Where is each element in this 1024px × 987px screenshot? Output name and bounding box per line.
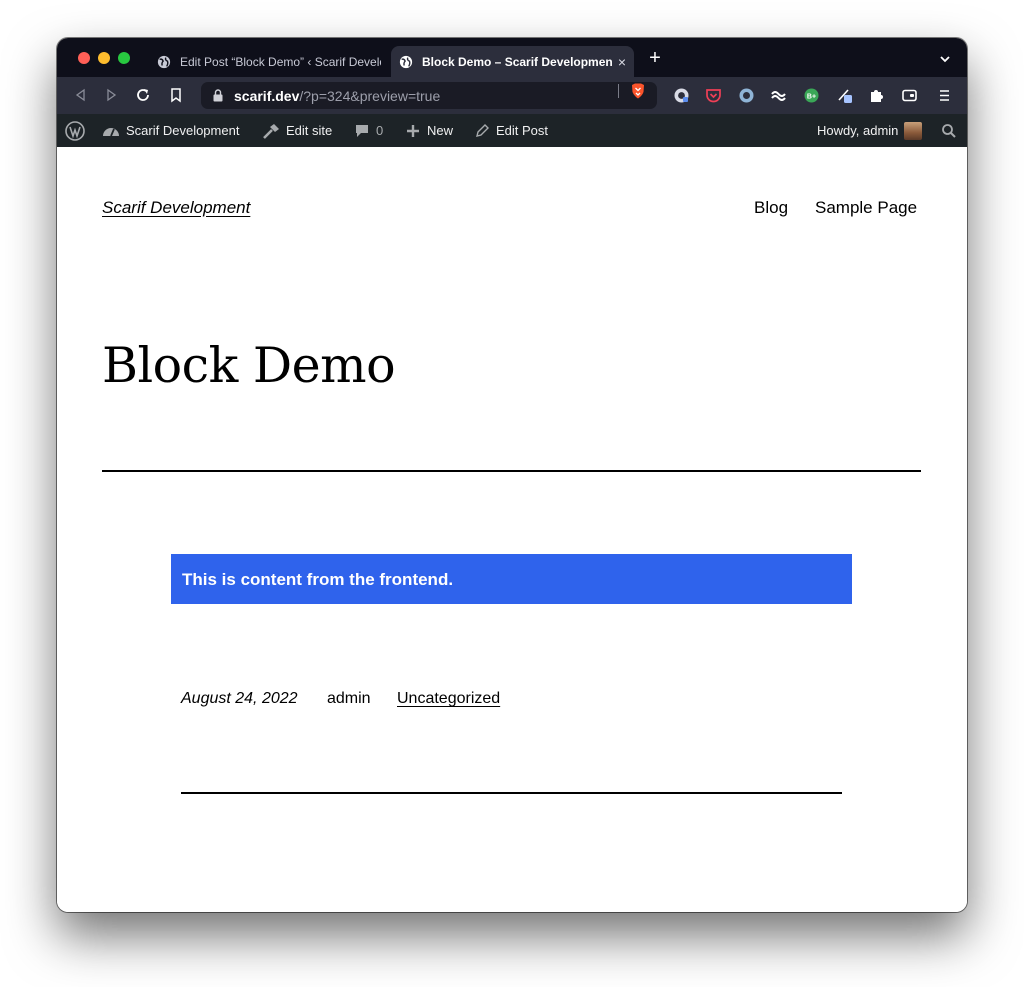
- menu-icon[interactable]: [936, 87, 953, 104]
- pocket-icon[interactable]: [705, 87, 722, 104]
- site-title-link[interactable]: Scarif Development: [102, 198, 250, 218]
- globe-icon: [157, 55, 171, 68]
- puzzle-icon[interactable]: [868, 87, 885, 104]
- back-icon[interactable]: [73, 87, 89, 103]
- admin-bar-edit-post[interactable]: Edit Post: [474, 114, 548, 147]
- hammer-icon: [263, 123, 279, 139]
- admin-bar-new[interactable]: New: [405, 114, 453, 147]
- wp-admin-bar: Scarif Development Edit site 0 New Edit …: [57, 114, 967, 147]
- admin-bar-edit-site[interactable]: Edit site: [262, 114, 332, 147]
- edit-post-label: Edit Post: [496, 123, 549, 138]
- new-tab-button[interactable]: +: [647, 48, 663, 68]
- drop-extension-icon[interactable]: [738, 87, 755, 104]
- reload-icon[interactable]: [135, 87, 151, 103]
- url-text: scarif.dev/?p=324&preview=true: [234, 88, 440, 104]
- comments-count: 0: [376, 123, 384, 138]
- browser-window: Edit Post “Block Demo” ‹ Scarif Developm…: [57, 38, 967, 912]
- post-author: admin: [327, 690, 371, 707]
- tab-title: Edit Post “Block Demo” ‹ Scarif Developm…: [180, 54, 381, 69]
- title-separator: [102, 470, 921, 472]
- close-tab-icon[interactable]: ×: [618, 54, 626, 70]
- avatar: [904, 121, 923, 140]
- url-host: scarif.dev: [234, 88, 300, 104]
- comment-icon: [356, 124, 368, 137]
- nav-link-sample-page[interactable]: Sample Page: [815, 198, 917, 218]
- browser-toolbar: scarif.dev/?p=324&preview=true B+: [57, 77, 967, 114]
- globe-icon: [399, 55, 413, 68]
- svg-text:B+: B+: [807, 94, 816, 101]
- lock-icon: [213, 89, 223, 102]
- forward-icon[interactable]: [103, 87, 119, 103]
- new-label: New: [427, 123, 454, 138]
- minimize-window-button[interactable]: [98, 52, 110, 64]
- wordpress-logo-icon: [65, 120, 85, 141]
- tab-title: Block Demo – Scarif Development: [422, 54, 612, 69]
- sync-extension-icon[interactable]: [770, 87, 787, 104]
- url-divider: [618, 84, 619, 98]
- tab-strip: Edit Post “Block Demo” ‹ Scarif Developm…: [57, 38, 967, 77]
- page-content: Scarif Development Blog Sample Page Bloc…: [57, 147, 967, 912]
- dashboard-icon: [103, 127, 119, 136]
- admin-bar-site-name[interactable]: Scarif Development: [102, 114, 239, 147]
- address-bar[interactable]: scarif.dev/?p=324&preview=true: [201, 82, 657, 109]
- brave-shields-icon[interactable]: [631, 83, 645, 99]
- post-title: Block Demo: [102, 337, 396, 394]
- pencil-icon: [476, 123, 489, 137]
- greeting-label: Howdy, admin: [817, 123, 899, 138]
- meta-separator: [181, 792, 842, 794]
- close-window-button[interactable]: [78, 52, 90, 64]
- frontend-content-text: This is content from the frontend.: [182, 570, 454, 589]
- wallet-icon[interactable]: [901, 87, 918, 104]
- tab-edit-post[interactable]: Edit Post “Block Demo” ‹ Scarif Developm…: [149, 46, 389, 77]
- admin-bar-account[interactable]: Howdy, admin: [817, 114, 923, 147]
- site-name-label: Scarif Development: [126, 123, 240, 138]
- post-date: August 24, 2022: [181, 690, 298, 707]
- nav-link-blog[interactable]: Blog: [754, 198, 788, 218]
- bookmark-icon[interactable]: [168, 87, 184, 103]
- post-category-link[interactable]: Uncategorized: [397, 690, 500, 708]
- frontend-content-block: This is content from the frontend.: [171, 554, 852, 604]
- admin-bar-search[interactable]: [941, 114, 963, 147]
- grammar-extension-icon[interactable]: B+: [803, 87, 820, 104]
- chevron-down-icon[interactable]: [939, 54, 951, 64]
- wordpress-logo-button[interactable]: [65, 114, 91, 147]
- plus-icon: [407, 124, 419, 137]
- url-path: /?p=324&preview=true: [299, 88, 441, 104]
- search-icon: [942, 123, 956, 138]
- picker-extension-icon[interactable]: [836, 87, 853, 104]
- extension-badge-icon[interactable]: [673, 87, 690, 104]
- tab-block-demo[interactable]: Block Demo – Scarif Development ×: [391, 46, 634, 77]
- admin-bar-comments[interactable]: 0: [354, 114, 383, 147]
- edit-site-label: Edit site: [286, 123, 333, 138]
- zoom-window-button[interactable]: [118, 52, 130, 64]
